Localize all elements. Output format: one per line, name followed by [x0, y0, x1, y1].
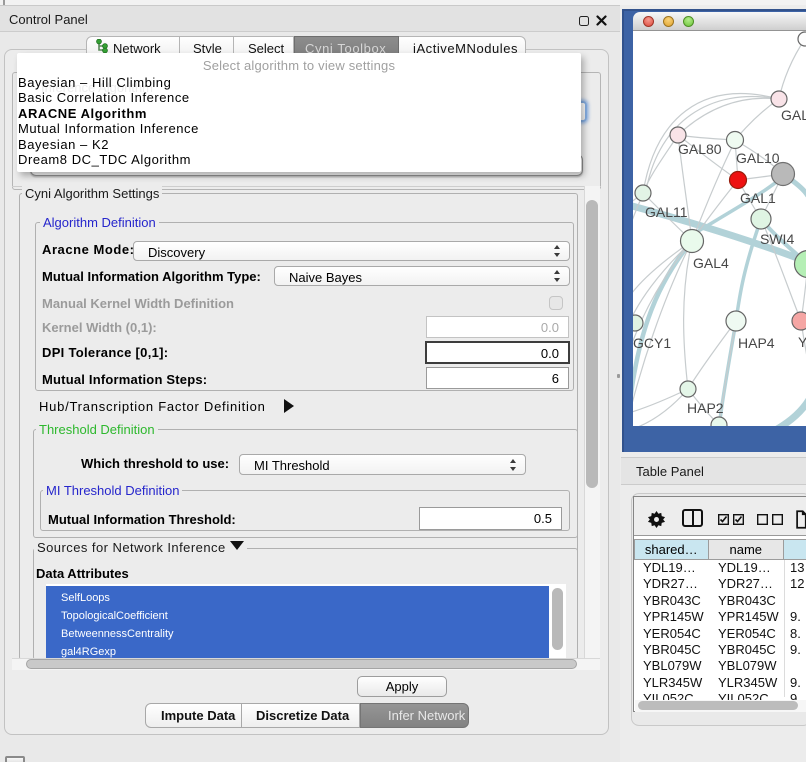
svg-text:GAL11: GAL11 [645, 204, 688, 220]
svg-text:GAL1: GAL1 [740, 190, 776, 206]
svg-text:GAL2: GAL2 [781, 107, 806, 123]
svg-text:GAL10: GAL10 [736, 150, 780, 166]
svg-text:SWI4: SWI4 [760, 231, 794, 247]
svg-text:HAP4: HAP4 [738, 335, 775, 351]
svg-text:HAP2: HAP2 [687, 400, 724, 416]
svg-text:GCY1: GCY1 [633, 335, 671, 351]
svg-text:YD: YD [798, 334, 806, 350]
svg-text:GAL80: GAL80 [678, 141, 722, 157]
svg-text:GAL4: GAL4 [693, 255, 729, 271]
